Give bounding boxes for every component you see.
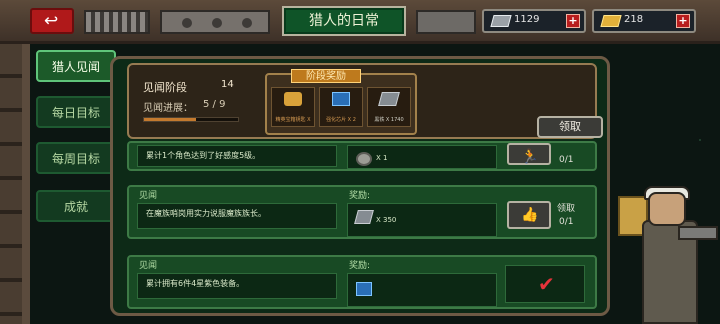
progress-bar <box>143 117 239 122</box>
claim-stage-reward-button[interactable]: 领取 <box>537 116 603 138</box>
progress-value: 5 / 9 <box>203 99 226 110</box>
add-steel-button[interactable]: + <box>566 14 580 28</box>
bolt-icon <box>242 18 252 28</box>
key-icon <box>284 92 302 106</box>
thumbs-up-button[interactable]: 👍 <box>507 201 551 229</box>
task-reward-count: X 1 <box>376 154 388 162</box>
main-panel: 累计1个角色达到了好感度5级。 X 1 🏃 0/1 见闻 在魔族哨岗用实力说服魔… <box>110 56 610 316</box>
task-reward <box>347 273 497 307</box>
character-weapon <box>678 226 718 240</box>
task-description: 累计1个角色达到了好感度5级。 <box>137 145 337 167</box>
task-tag: 见闻 <box>139 261 158 271</box>
left-pipe-frame <box>0 44 30 324</box>
gear-icon <box>356 152 372 166</box>
back-button[interactable] <box>30 8 74 34</box>
bolt-icon <box>212 18 222 28</box>
tab-hunter-insights[interactable]: 猎人见闻 <box>36 50 116 82</box>
task-reward-label: 奖励: <box>349 261 371 271</box>
tab-weekly-goals[interactable]: 每周目标 <box>36 142 116 174</box>
resource-steel: 1129 + <box>482 9 586 33</box>
task-description: 累计拥有6件4星紫色装备。 <box>137 273 337 299</box>
task-reward-label: 奖励: <box>349 191 371 201</box>
resource-steel-value: 1129 <box>514 14 540 25</box>
stage-reward-title: 阶段奖励 <box>291 69 361 83</box>
reward-item-name: 强化芯片 X 2 <box>326 117 356 123</box>
stage-label: 见闻阶段 <box>143 81 187 94</box>
chip-icon <box>332 92 350 106</box>
metal-plate-decoration <box>416 10 476 34</box>
steel-ingot-icon <box>354 210 374 224</box>
task-description: 在魔族哨岗用实力说服魔族族长。 <box>137 203 337 229</box>
steel-ingot-icon <box>378 92 400 106</box>
reward-item[interactable]: 强化芯片 X 2 <box>319 87 363 127</box>
task-reward: X 1 <box>347 145 497 169</box>
resource-gold-value: 218 <box>624 14 644 25</box>
tab-daily-goals[interactable]: 每日目标 <box>36 96 116 128</box>
character-head <box>648 192 686 226</box>
chip-icon <box>356 282 372 296</box>
task-row: 见闻 累计拥有6件4星紫色装备。 奖励: ✔ <box>127 255 597 309</box>
task-action: 🏃 0/1 <box>505 143 591 171</box>
progress-label: 见闻进展： <box>143 103 193 114</box>
page-title-plate: 猎人的日常 <box>282 6 406 36</box>
progress-bar-fill <box>144 118 197 121</box>
thumbs-up-icon: 👍 <box>521 207 539 223</box>
tab-achievements[interactable]: 成就 <box>36 190 116 222</box>
stage-reward-box: 阶段奖励 精英宝箱钥匙 X 强化芯片 X 2 黑铁 X 1740 <box>265 69 417 135</box>
go-button[interactable]: 🏃 <box>507 143 551 165</box>
task-count: 0/1 <box>559 155 574 165</box>
task-tag: 见闻 <box>139 191 158 201</box>
task-row: 见闻 在魔族哨岗用实力说服魔族族长。 奖励: X 350 👍 领取 0/1 <box>127 185 597 239</box>
steel-ingot-icon <box>490 15 512 27</box>
task-row: 累计1个角色达到了好感度5级。 X 1 🏃 0/1 <box>127 141 597 171</box>
stage-header: 见闻阶段 14 见闻进展： 5 / 9 阶段奖励 精英宝箱钥匙 X 强化芯片 X… <box>127 63 603 139</box>
task-reward: X 350 <box>347 203 497 237</box>
reward-item[interactable]: 黑铁 X 1740 <box>367 87 411 127</box>
running-man-icon: 🏃 <box>521 149 539 165</box>
claim-label[interactable]: 领取 <box>557 201 575 214</box>
check-icon: ✔ <box>538 272 555 296</box>
task-action: 👍 领取 0/1 <box>505 195 591 233</box>
bolt-icon <box>182 18 192 28</box>
vent-grill-decoration <box>84 10 150 34</box>
add-gold-button[interactable]: + <box>676 14 690 28</box>
hunter-character <box>614 186 718 324</box>
gold-bar-icon <box>600 15 622 27</box>
resource-gold: 218 + <box>592 9 696 33</box>
top-bar: 猎人的日常 1129 + 218 + <box>0 0 720 44</box>
page-title: 猎人的日常 <box>309 13 379 29</box>
task-completed: ✔ <box>505 265 585 303</box>
reward-item[interactable]: 精英宝箱钥匙 X <box>271 87 315 127</box>
bolt-plate-decoration <box>160 10 270 34</box>
stage-number: 14 <box>221 79 234 90</box>
task-count: 0/1 <box>559 217 574 227</box>
reward-item-name: 黑铁 X 1740 <box>374 117 404 123</box>
task-reward-count: X 350 <box>376 216 397 224</box>
reward-item-name: 精英宝箱钥匙 X <box>275 117 311 123</box>
